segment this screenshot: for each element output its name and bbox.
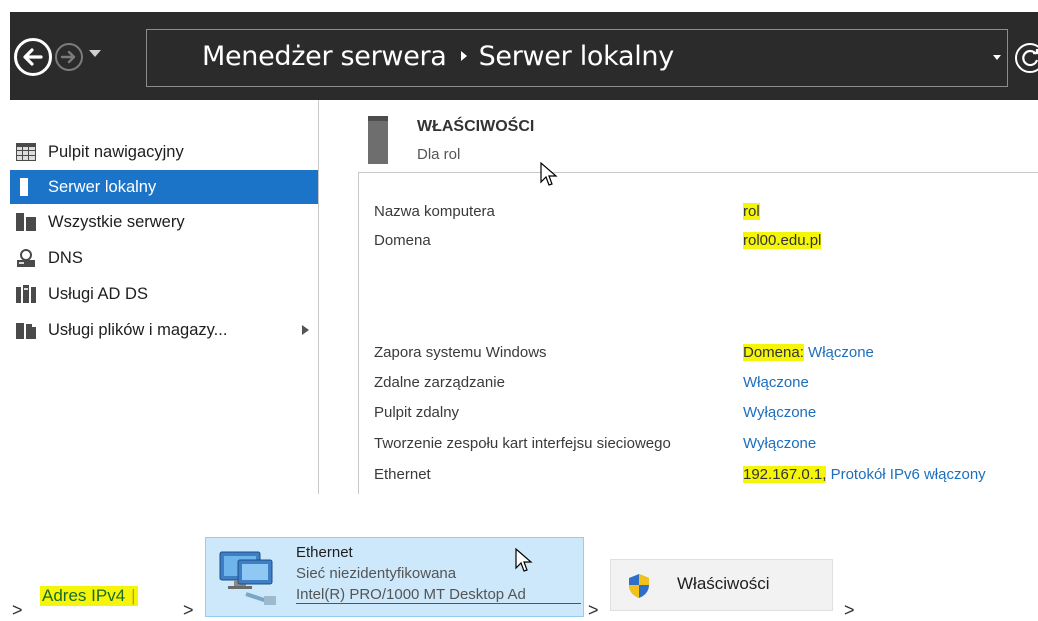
firewall-value[interactable]: Domena: Włączone — [743, 344, 874, 361]
breadcrumb-separator-icon — [460, 50, 467, 61]
step-separator: > — [12, 600, 23, 620]
arrow-left-icon — [23, 48, 43, 66]
address-dropdown-icon[interactable] — [993, 55, 1001, 60]
refresh-button[interactable] — [1015, 43, 1038, 73]
remote-desktop-label: Pulpit zdalny — [374, 404, 460, 421]
expand-arrow-icon[interactable] — [302, 325, 309, 335]
sidebar-item-file-storage[interactable]: Usługi plików i magazy... — [10, 312, 318, 348]
domain-label: Domena — [374, 232, 431, 249]
sidebar-item-label: Usługi AD DS — [48, 284, 148, 303]
server-tile-icon — [368, 116, 388, 164]
refresh-icon — [1022, 49, 1038, 67]
sidebar-item-ad-ds[interactable]: Usługi AD DS — [10, 276, 318, 312]
mouse-cursor-icon — [540, 162, 558, 186]
dashboard-icon — [16, 143, 36, 161]
remote-management-label: Zdalne zarządzanie — [374, 374, 505, 391]
ethernet-name: Ethernet — [296, 544, 353, 561]
breadcrumb-current: Serwer lokalny — [478, 41, 675, 72]
network-adapter-icon — [219, 551, 276, 605]
sidebar-item-label: DNS — [48, 248, 83, 267]
properties-button-label: Właściwości — [677, 574, 770, 593]
sidebar-item-dashboard[interactable]: Pulpit nawigacyjny — [10, 134, 318, 170]
arrow-right-icon — [60, 50, 76, 64]
ethernet-adapter-card[interactable]: Ethernet Sieć niezidentyfikowana Intel(R… — [205, 537, 584, 617]
history-dropdown-icon[interactable] — [89, 50, 101, 57]
ipv4-address-step: Adres IPv4 | — [40, 586, 138, 606]
ethernet-adapter: Intel(R) PRO/1000 MT Desktop Ad — [296, 586, 581, 604]
step-separator: > — [588, 600, 599, 620]
sidebar-item-label: Serwer lokalny — [48, 177, 157, 196]
servers-icon — [16, 213, 36, 231]
sidebar-item-label: Usługi plików i magazy... — [48, 320, 228, 339]
sidebar-item-label: Pulpit nawigacyjny — [48, 142, 184, 161]
ad-ds-icon — [16, 285, 36, 303]
remote-desktop-value[interactable]: Wyłączone — [743, 404, 816, 421]
nic-teaming-value[interactable]: Wyłączone — [743, 435, 816, 452]
sidebar-divider — [318, 100, 319, 494]
title-bar: Menedżer serwera Serwer lokalny — [10, 12, 1038, 100]
breadcrumb: Menedżer serwera Serwer lokalny — [202, 41, 674, 72]
back-button[interactable] — [14, 38, 52, 76]
address-bar: Menedżer serwera Serwer lokalny — [146, 29, 1008, 87]
breadcrumb-root[interactable]: Menedżer serwera — [202, 41, 447, 72]
sidebar: Pulpit nawigacyjny Serwer lokalny Wszyst… — [10, 134, 318, 348]
mouse-cursor-icon — [515, 548, 533, 572]
properties-button[interactable]: Właściwości — [610, 559, 833, 611]
sidebar-item-all-servers[interactable]: Wszystkie serwery — [10, 204, 318, 240]
ethernet-network: Sieć niezidentyfikowana — [296, 565, 457, 582]
firewall-label: Zapora systemu Windows — [374, 344, 547, 361]
computer-name-value[interactable]: rol — [743, 203, 760, 220]
nic-teaming-label: Tworzenie zespołu kart interfejsu siecio… — [374, 435, 671, 452]
domain-value[interactable]: rol00.edu.pl — [743, 232, 822, 249]
properties-subtitle: Dla rol — [417, 146, 461, 163]
sidebar-item-local-server[interactable]: Serwer lokalny — [10, 170, 318, 204]
ethernet-value[interactable]: 192.167.0.1, Protokół IPv6 włączony — [743, 466, 986, 483]
uac-shield-icon — [629, 574, 649, 598]
dns-icon — [16, 249, 36, 267]
computer-name-label: Nazwa komputera — [374, 203, 495, 220]
step-separator: > — [183, 600, 194, 620]
forward-button[interactable] — [55, 43, 83, 71]
properties-title: WŁAŚCIWOŚCI — [417, 118, 535, 135]
remote-management-value[interactable]: Włączone — [743, 374, 809, 391]
step-separator: > — [844, 600, 855, 620]
sidebar-item-label: Wszystkie serwery — [48, 212, 185, 231]
ethernet-label: Ethernet — [374, 466, 431, 483]
file-storage-icon — [16, 321, 36, 339]
sidebar-item-dns[interactable]: DNS — [10, 240, 318, 276]
server-icon — [16, 178, 36, 196]
